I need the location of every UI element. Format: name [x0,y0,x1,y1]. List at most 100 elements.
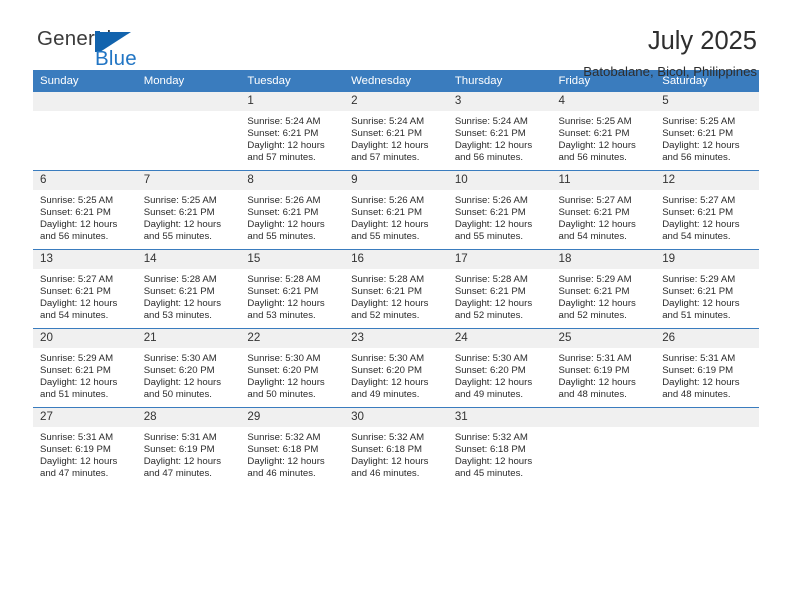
day-cell-content: 3 Sunrise: 5:24 AM Sunset: 6:21 PM Daylight… [447,92,552,170]
sun-info-line: Sunrise: 5:30 AM [143,353,217,364]
sun-info: Sunrise: 5:26 AM Sunset: 6:21 PM Daylight:… [344,190,448,243]
calendar-day-cell[interactable]: 28 Sunrise: 5:31 AM Sunset: 6:19 PM Dayligh… [136,407,241,486]
sun-info-line: Sunset: 6:18 PM [351,444,423,456]
calendar-day-cell[interactable]: 1 Sunrise: 5:24 AM Sunset: 6:21 PM Daylight… [240,92,345,171]
calendar-day-cell[interactable]: 8 Sunrise: 5:26 AM Sunset: 6:21 PM Daylight… [240,170,345,250]
calendar-day-cell[interactable]: 15 Sunrise: 5:28 AM Sunset: 6:21 PM Dayligh… [240,249,345,329]
calendar-day-cell[interactable]: 12 Sunrise: 5:27 AM Sunset: 6:21 PM Dayligh… [655,170,759,250]
sun-info-line: Daylight: 12 hours [351,140,429,152]
sun-info-line: and 53 minutes. [247,310,316,322]
sun-info-line: Sunrise: 5:27 AM [558,195,632,206]
calendar-day-cell[interactable]: 3 Sunrise: 5:24 AM Sunset: 6:21 PM Daylight… [447,92,552,171]
calendar-day-cell[interactable]: 14 Sunrise: 5:28 AM Sunset: 6:21 PM Dayligh… [136,249,241,329]
day-cell-content: 12 Sunrise: 5:27 AM Sunset: 6:21 PM Dayligh… [655,171,759,249]
day-cell-content: 24 Sunrise: 5:30 AM Sunset: 6:20 PM Dayligh… [447,329,552,407]
sun-info-line: and 57 minutes. [247,152,316,164]
sun-info-line: and 45 minutes. [454,468,524,480]
day-number: 1 [240,92,345,111]
sun-info-line: and 55 minutes. [351,231,420,243]
sun-info-line: Daylight: 12 hours [558,219,636,231]
sun-info: Sunrise: 5:31 AM Sunset: 6:19 PM Daylight:… [33,427,137,480]
day-cell-content: 17 Sunrise: 5:28 AM Sunset: 6:21 PM Dayligh… [447,250,552,328]
day-cell-content: 10 Sunrise: 5:26 AM Sunset: 6:21 PM Dayligh… [447,171,552,249]
sun-info-line: Sunrise: 5:29 AM [40,353,114,364]
calendar-body: 1 Sunrise: 5:24 AM Sunset: 6:21 PM Daylight… [33,92,759,486]
sun-info-line: Sunrise: 5:26 AM [247,195,321,206]
day-cell-content: 16 Sunrise: 5:28 AM Sunset: 6:21 PM Dayligh… [344,250,448,328]
day-cell-content [33,92,137,170]
sun-info-line: and 52 minutes. [558,310,627,322]
sun-info: Sunrise: 5:28 AM Sunset: 6:21 PM Daylight:… [137,269,241,322]
day-number [551,408,656,427]
sun-info-line: and 49 minutes. [351,389,420,401]
calendar-day-cell[interactable]: 25 Sunrise: 5:31 AM Sunset: 6:19 PM Dayligh… [551,328,656,408]
sun-info-line: and 56 minutes. [40,231,109,243]
weekday-header-thursday: Thursday [447,70,552,92]
sun-info-line: Daylight: 12 hours [143,298,222,310]
sun-info-line: Sunrise: 5:25 AM [143,195,217,206]
sun-info-line: Daylight: 12 hours [558,140,636,152]
sun-info-line: Daylight: 12 hours [247,377,325,389]
calendar-week-row: 1 Sunrise: 5:24 AM Sunset: 6:21 PM Daylight… [33,92,759,171]
calendar-week-row: 27 Sunrise: 5:31 AM Sunset: 6:19 PM Dayligh… [33,407,759,486]
calendar-day-cell[interactable]: 6 Sunrise: 5:25 AM Sunset: 6:21 PM Daylight… [33,170,137,250]
day-number: 29 [240,408,345,427]
calendar-day-cell[interactable]: 10 Sunrise: 5:26 AM Sunset: 6:21 PM Dayligh… [447,170,552,250]
calendar-day-cell[interactable]: 20 Sunrise: 5:29 AM Sunset: 6:21 PM Dayligh… [33,328,137,408]
day-cell-content: 1 Sunrise: 5:24 AM Sunset: 6:21 PM Daylight… [240,92,345,170]
sun-info-line: Sunrise: 5:27 AM [662,195,736,206]
calendar-day-cell[interactable]: 30 Sunrise: 5:32 AM Sunset: 6:18 PM Dayligh… [344,407,448,486]
sun-info: Sunrise: 5:26 AM Sunset: 6:21 PM Daylight:… [448,190,552,243]
calendar-day-cell[interactable]: 4 Sunrise: 5:25 AM Sunset: 6:21 PM Daylight… [551,92,656,171]
sun-info-line: Sunrise: 5:25 AM [558,116,632,127]
day-number: 21 [136,329,241,348]
sun-info-line: Sunrise: 5:28 AM [247,274,321,285]
calendar-day-cell[interactable]: 18 Sunrise: 5:29 AM Sunset: 6:21 PM Dayligh… [551,249,656,329]
day-number: 26 [655,329,759,348]
sun-info-line: Sunset: 6:21 PM [40,286,111,298]
sun-info-line: Sunrise: 5:30 AM [454,353,528,364]
calendar-day-cell[interactable]: 26 Sunrise: 5:31 AM Sunset: 6:19 PM Dayligh… [655,328,759,408]
sun-info-line: Sunset: 6:20 PM [143,365,215,377]
day-number: 25 [551,329,656,348]
sun-info-line: Sunset: 6:19 PM [662,365,734,377]
calendar-day-cell[interactable]: 19 Sunrise: 5:29 AM Sunset: 6:21 PM Dayligh… [655,249,759,329]
calendar-day-cell[interactable]: 29 Sunrise: 5:32 AM Sunset: 6:18 PM Dayligh… [240,407,345,486]
day-cell-content: 20 Sunrise: 5:29 AM Sunset: 6:21 PM Dayligh… [33,329,137,407]
sun-info-line: Sunrise: 5:28 AM [454,274,528,285]
calendar-day-cell[interactable]: 17 Sunrise: 5:28 AM Sunset: 6:21 PM Dayligh… [447,249,552,329]
weekday-header-wednesday: Wednesday [344,70,448,92]
day-number: 19 [655,250,759,269]
calendar-day-cell[interactable]: 21 Sunrise: 5:30 AM Sunset: 6:20 PM Dayligh… [136,328,241,408]
day-cell-content: 27 Sunrise: 5:31 AM Sunset: 6:19 PM Dayligh… [33,408,137,486]
sun-info: Sunrise: 5:25 AM Sunset: 6:21 PM Daylight:… [137,190,241,243]
calendar-day-cell[interactable]: 13 Sunrise: 5:27 AM Sunset: 6:21 PM Dayligh… [33,249,137,329]
sun-info-line: Daylight: 12 hours [662,219,740,231]
calendar-day-cell[interactable]: 23 Sunrise: 5:30 AM Sunset: 6:20 PM Dayligh… [344,328,448,408]
calendar-day-cell[interactable]: 9 Sunrise: 5:26 AM Sunset: 6:21 PM Daylight… [344,170,448,250]
brand-logo[interactable]: General Blue [33,28,223,74]
calendar-day-cell[interactable]: 5 Sunrise: 5:25 AM Sunset: 6:21 PM Daylight… [655,92,759,171]
sun-info-line: and 54 minutes. [662,231,731,243]
calendar-day-cell[interactable]: 31 Sunrise: 5:32 AM Sunset: 6:18 PM Dayligh… [447,407,552,486]
calendar-day-cell[interactable]: 11 Sunrise: 5:27 AM Sunset: 6:21 PM Dayligh… [551,170,656,250]
day-number: 16 [344,250,448,269]
day-cell-content [655,408,759,486]
sun-info-line: and 51 minutes. [40,389,109,401]
page-title: July 2025 [647,27,757,55]
calendar-day-cell[interactable]: 2 Sunrise: 5:24 AM Sunset: 6:21 PM Daylight… [344,92,448,171]
day-number: 10 [447,171,552,190]
day-cell-content: 19 Sunrise: 5:29 AM Sunset: 6:21 PM Dayligh… [655,250,759,328]
calendar-day-cell[interactable]: 27 Sunrise: 5:31 AM Sunset: 6:19 PM Dayligh… [33,407,137,486]
sun-info-line: Daylight: 12 hours [558,298,636,310]
calendar-day-cell[interactable]: 7 Sunrise: 5:25 AM Sunset: 6:21 PM Daylight… [136,170,241,250]
sun-info: Sunrise: 5:32 AM Sunset: 6:18 PM Daylight:… [344,427,448,480]
day-cell-content: 15 Sunrise: 5:28 AM Sunset: 6:21 PM Dayligh… [240,250,345,328]
sun-info-line: and 47 minutes. [40,468,109,480]
calendar-day-cell[interactable]: 24 Sunrise: 5:30 AM Sunset: 6:20 PM Dayligh… [447,328,552,408]
calendar-day-cell[interactable]: 22 Sunrise: 5:30 AM Sunset: 6:20 PM Dayligh… [240,328,345,408]
page-header: General Blue July 2025 Batobalane, Bicol… [33,0,759,79]
calendar-day-cell[interactable]: 16 Sunrise: 5:28 AM Sunset: 6:21 PM Dayligh… [344,249,448,329]
sun-info-line: Sunset: 6:21 PM [662,286,734,298]
sun-info: Sunrise: 5:25 AM Sunset: 6:21 PM Daylight:… [552,111,656,164]
